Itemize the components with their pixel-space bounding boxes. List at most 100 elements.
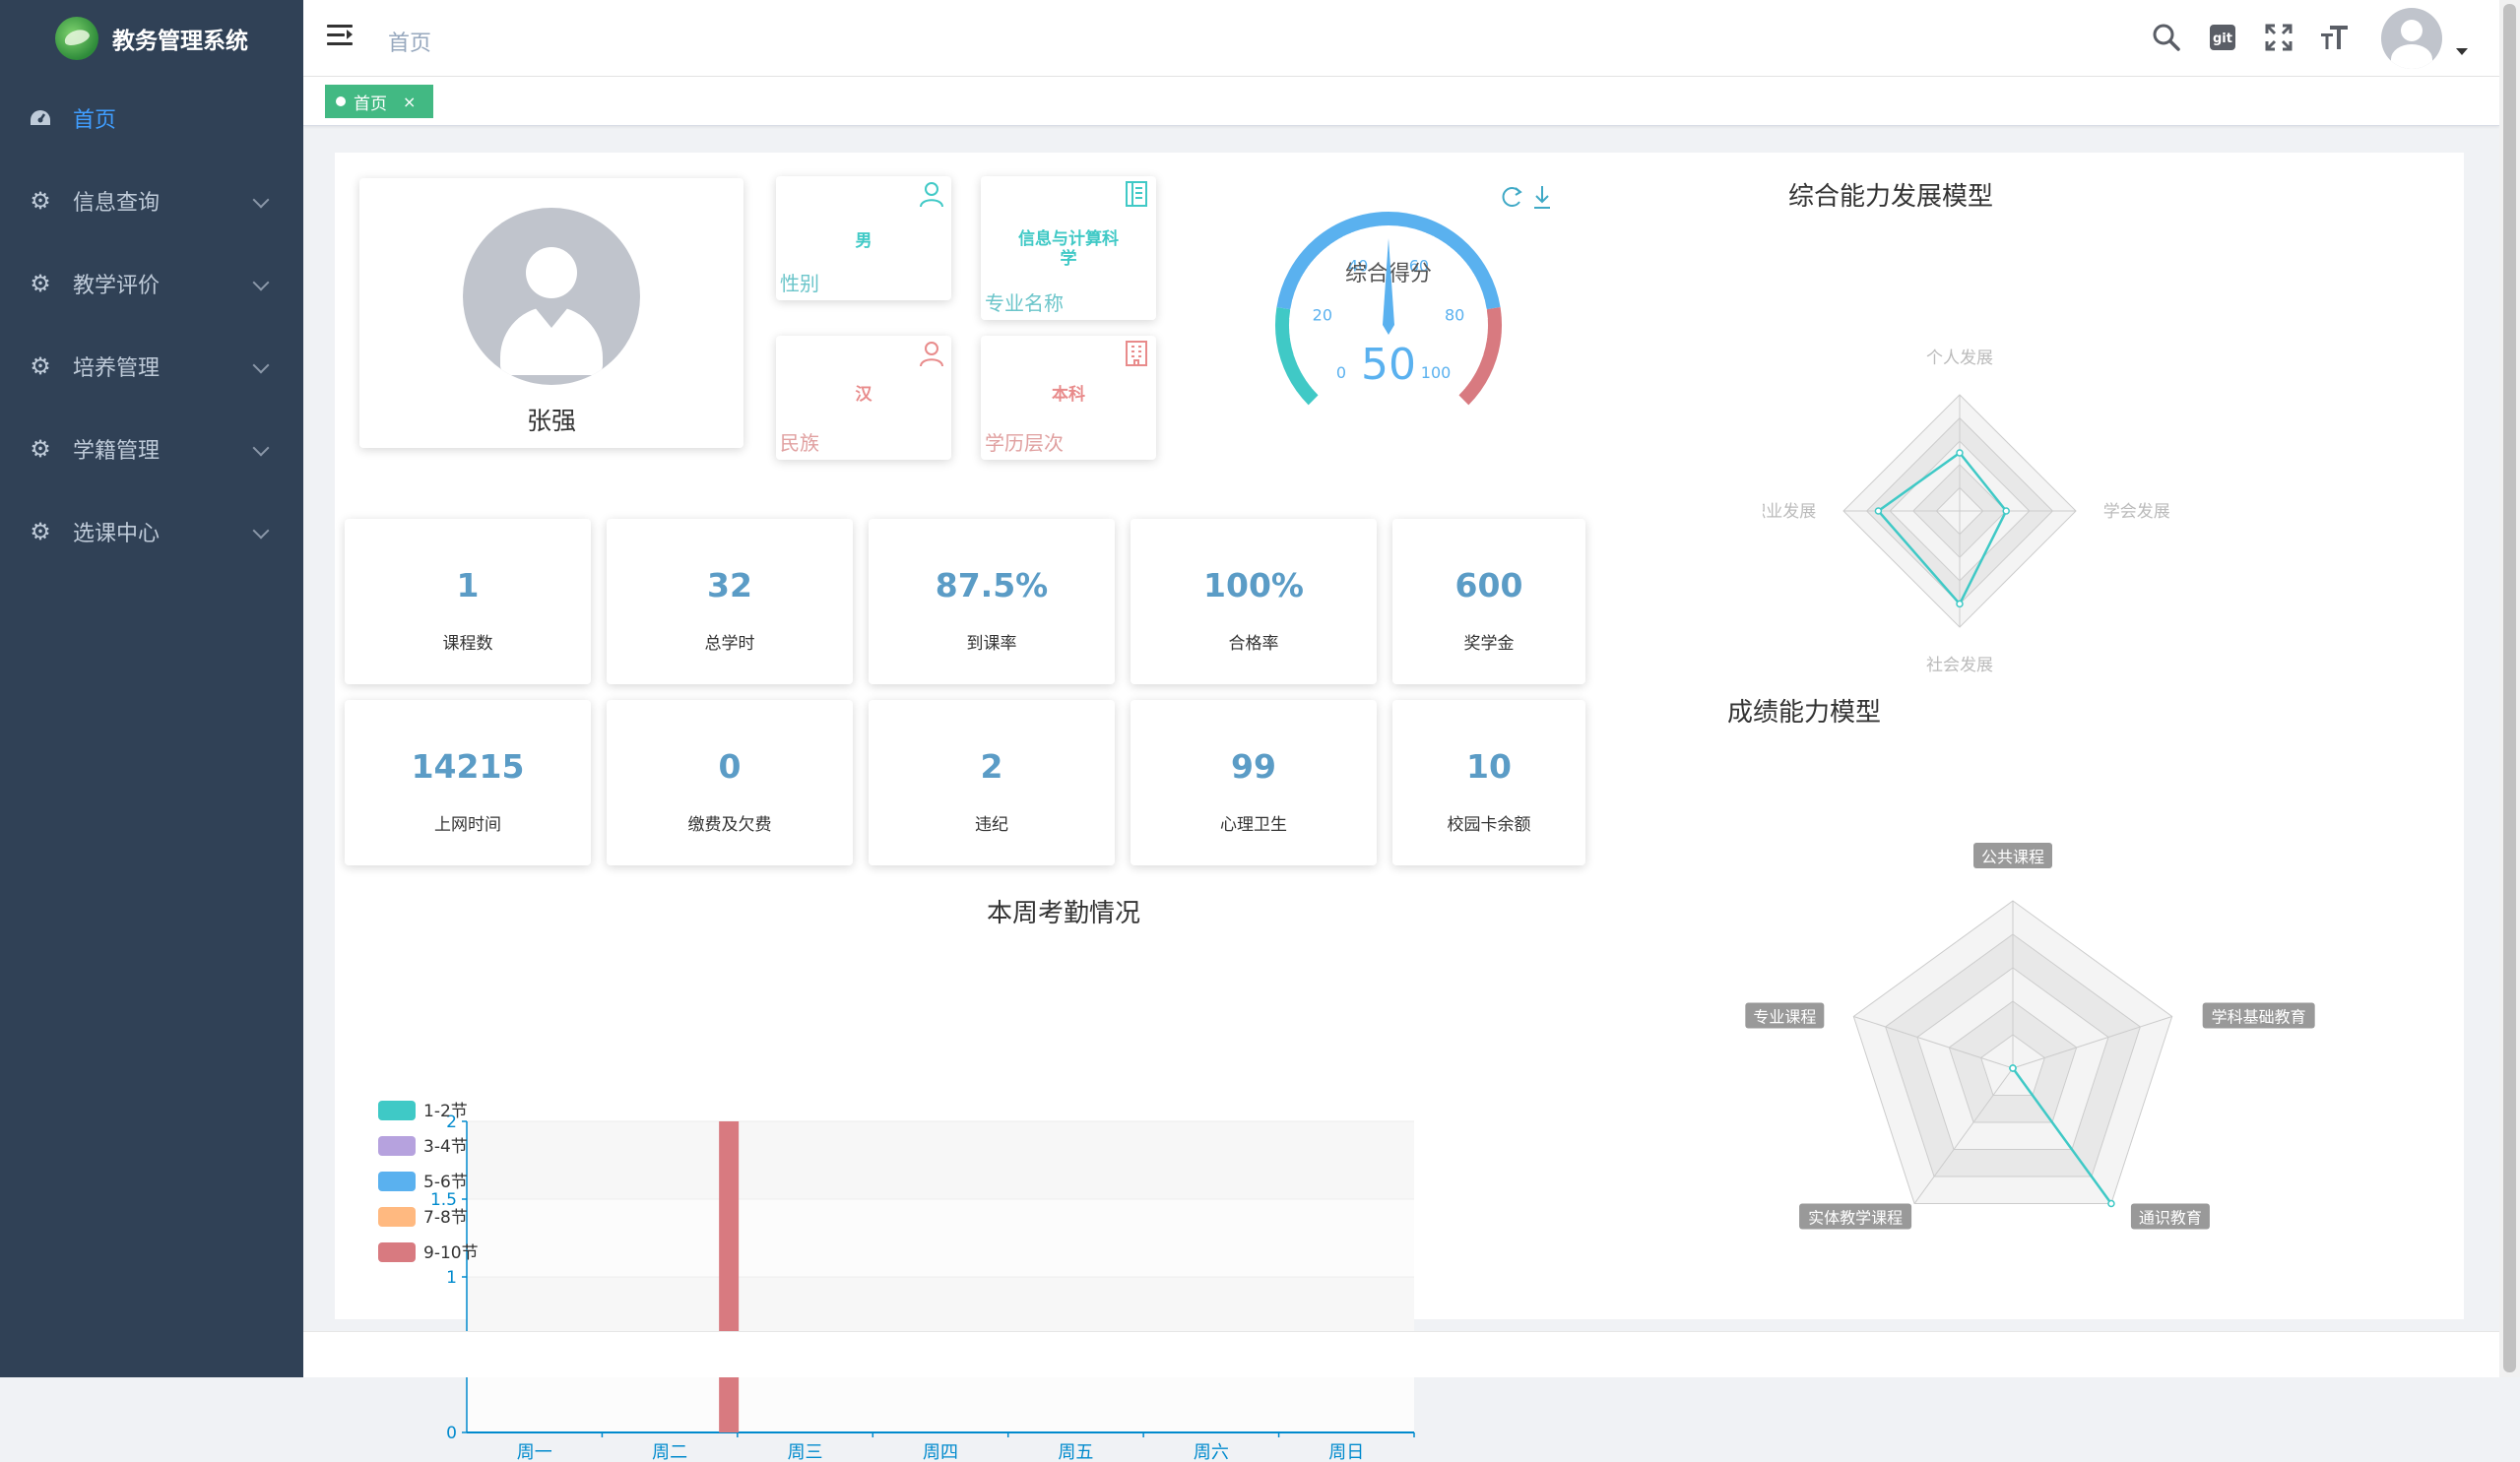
scrollbar-thumb[interactable] <box>2503 4 2516 1372</box>
search-icon[interactable] <box>2149 20 2184 55</box>
score-gauge: 020406080100 综合得分 50 <box>1260 207 1517 423</box>
radar-indicator-label: 公共课程 <box>1981 848 2044 866</box>
hamburger-icon[interactable] <box>327 25 356 50</box>
y-tick-label: 1.5 <box>430 1190 457 1210</box>
gear-icon: ⚙ <box>28 353 53 379</box>
gauge-tick <box>1335 241 1338 245</box>
gauge-tick <box>1370 227 1371 232</box>
scrollbar[interactable] <box>2499 0 2520 1377</box>
gauge-tick <box>1466 378 1470 381</box>
gauge-tick <box>1477 291 1482 293</box>
radar-point[interactable] <box>2010 1065 2016 1071</box>
radar-indicator-label: 学科基础教育 <box>2212 1007 2306 1026</box>
chevron-down-icon <box>253 275 270 291</box>
stat-value: 1 <box>345 566 591 604</box>
gender-label: 性别 <box>780 268 819 296</box>
grid-band <box>467 1199 1414 1277</box>
legend-label[interactable]: 7-8节 <box>423 1208 468 1228</box>
gauge-tick <box>1471 351 1483 355</box>
radar-point[interactable] <box>1957 450 1963 456</box>
education-label: 学历层次 <box>985 427 1064 456</box>
legend-label[interactable]: 1-2节 <box>423 1102 468 1121</box>
radar1-title: 综合能力发展模型 <box>1743 176 2038 213</box>
gauge-tick <box>1297 362 1302 364</box>
sidebar-item-teaching-eval[interactable]: ⚙ 教学评价 <box>0 242 303 325</box>
brand[interactable]: 教务管理系统 <box>0 0 303 77</box>
stat-card: 32 总学时 <box>607 519 853 684</box>
gauge-tick <box>1327 246 1330 250</box>
font-size-icon[interactable] <box>2317 20 2353 55</box>
gauge-tick <box>1439 241 1442 245</box>
bar[interactable] <box>719 1121 739 1432</box>
breadcrumb[interactable]: 首页 <box>388 26 431 57</box>
legend-swatch[interactable] <box>378 1101 416 1120</box>
gauge-tick <box>1352 232 1354 237</box>
stat-value: 99 <box>1131 747 1377 786</box>
refresh-icon[interactable] <box>1504 188 1520 206</box>
x-tick-label: 周日 <box>1328 1442 1364 1462</box>
legend-swatch[interactable] <box>378 1207 416 1227</box>
gauge-tick-label: 80 <box>1445 305 1464 324</box>
gauge-tick <box>1312 385 1316 388</box>
gauge-tick <box>1306 378 1310 381</box>
radar-indicator-label: 专业课程 <box>1753 1007 1816 1026</box>
major-label: 专业名称 <box>985 287 1064 316</box>
sidebar-item-course-selection[interactable]: ⚙ 选课中心 <box>0 490 303 573</box>
stat-card: 1课程数 <box>345 519 591 684</box>
legend-swatch[interactable] <box>378 1242 416 1262</box>
gauge-tick <box>1321 252 1324 256</box>
top-navbar: 首页 git <box>303 0 2499 77</box>
gauge-tick <box>1291 346 1296 347</box>
gauge-tick <box>1481 346 1486 347</box>
stat-value: 32 <box>607 566 853 604</box>
stat-label: 校园卡余额 <box>1392 810 1585 835</box>
download-icon[interactable] <box>1534 186 1550 208</box>
radar-point[interactable] <box>1875 508 1881 514</box>
profile-avatar <box>463 208 640 385</box>
legend-label[interactable]: 9-10节 <box>423 1243 479 1263</box>
radar-point[interactable] <box>1957 601 1963 606</box>
fullscreen-icon[interactable] <box>2261 20 2296 55</box>
radar-point[interactable] <box>2108 1201 2114 1207</box>
radar-indicator-label: 社会发展 <box>1926 656 1993 675</box>
x-tick-label: 周四 <box>923 1442 958 1462</box>
gear-icon: ⚙ <box>28 436 53 462</box>
sidebar-item-label: 培养管理 <box>73 350 160 382</box>
y-tick-label: 1 <box>446 1268 457 1288</box>
dashboard-icon <box>28 105 53 131</box>
gender-card: 男 性别 <box>776 176 951 300</box>
gauge-tick-label: 0 <box>1336 363 1346 382</box>
git-icon[interactable]: git <box>2205 20 2240 55</box>
stat-label: 奖学金 <box>1392 629 1585 654</box>
radar-indicator-label: 个人发展 <box>1926 349 1993 368</box>
close-icon[interactable]: × <box>403 93 416 111</box>
profile-name: 张强 <box>359 402 743 437</box>
sidebar-item-home[interactable]: 首页 <box>0 77 303 159</box>
legend-label[interactable]: 3-4节 <box>423 1137 468 1157</box>
legend-swatch[interactable] <box>378 1136 416 1156</box>
stat-value: 14215 <box>345 747 591 786</box>
legend-swatch[interactable] <box>378 1172 416 1191</box>
stat-card: 14215 上网时间 <box>345 700 591 865</box>
user-avatar[interactable] <box>2381 8 2442 69</box>
stat-label: 总学时 <box>607 629 853 654</box>
gender-value: 男 <box>786 231 941 251</box>
x-tick-label: 周六 <box>1194 1442 1229 1462</box>
sidebar-item-label: 教学评价 <box>73 268 160 299</box>
gauge-tick <box>1474 283 1479 285</box>
education-card: 本科 学历层次 <box>981 336 1156 460</box>
sidebar-item-student-status[interactable]: ⚙ 学籍管理 <box>0 408 303 490</box>
sidebar-item-info-query[interactable]: ⚙ 信息查询 <box>0 159 303 242</box>
gauge-tick <box>1454 252 1456 256</box>
legend-label[interactable]: 5-6节 <box>423 1173 468 1192</box>
tag-home[interactable]: 首页 × <box>325 85 433 118</box>
radar-point[interactable] <box>2003 508 2009 514</box>
gauge-tick-label: 20 <box>1313 305 1332 324</box>
gauge-toolbox <box>1497 182 1556 212</box>
stat-label: 上网时间 <box>345 810 591 835</box>
sidebar-item-training[interactable]: ⚙ 培养管理 <box>0 325 303 408</box>
caret-down-icon[interactable] <box>2456 48 2468 55</box>
radar-indicator-label: 职业发展 <box>1763 502 1816 522</box>
gauge-tick <box>1474 309 1487 311</box>
gauge-tick <box>1482 337 1487 338</box>
